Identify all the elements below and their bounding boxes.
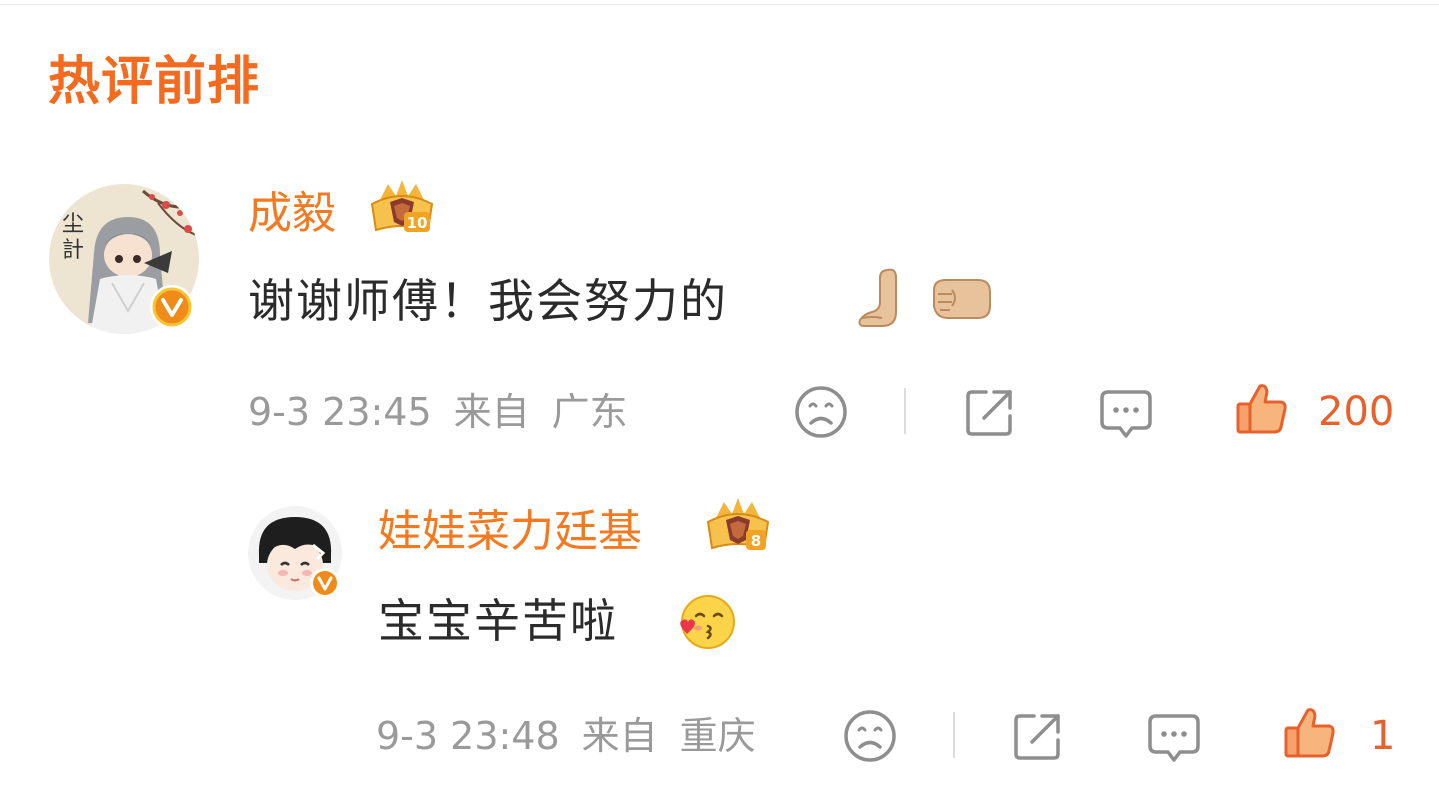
crown-badge-icon[interactable]: 8 (702, 496, 774, 556)
sad-face-icon[interactable] (842, 708, 898, 764)
from-label: 来自 (581, 714, 658, 758)
section-title: 热评前排 (48, 52, 261, 112)
comment-meta: 9-3 23:48 来自 重庆 (376, 717, 756, 755)
comment-time: 9-3 23:45 (248, 390, 432, 434)
comment-location: 广东 (551, 390, 628, 434)
avatar[interactable] (247, 505, 343, 601)
kissing-face-emoji (676, 592, 736, 652)
crown-level-text: 10 (407, 214, 428, 232)
comment-text: 谢谢师傅！我会努力的 (248, 274, 728, 328)
thumbs-up-icon[interactable] (1234, 380, 1290, 436)
left-facing-fist-emoji (928, 276, 992, 324)
comment-meta: 9-3 23:45 来自 广东 (248, 393, 628, 431)
svg-text:計: 計 (62, 238, 84, 263)
like-count: 200 (1318, 389, 1395, 435)
top-divider (0, 4, 1439, 5)
crown-level-text: 8 (751, 532, 761, 550)
raised-hand-emoji (858, 266, 908, 330)
action-divider (904, 388, 906, 434)
like-count: 1 (1370, 713, 1396, 759)
comment-time: 9-3 23:48 (376, 714, 560, 758)
share-icon[interactable] (962, 384, 1018, 440)
comment-text: 宝宝辛苦啦 (378, 594, 618, 648)
comment-location: 重庆 (679, 714, 756, 758)
crown-badge-icon[interactable]: 10 (366, 178, 438, 238)
username[interactable]: 娃娃菜力廷基 (378, 510, 642, 554)
avatar[interactable]: 尘 計 (48, 183, 200, 335)
svg-text:尘: 尘 (62, 212, 84, 237)
sad-face-icon[interactable] (793, 384, 849, 440)
action-divider (953, 712, 955, 758)
thumbs-up-icon[interactable] (1282, 704, 1338, 760)
from-label: 来自 (453, 390, 530, 434)
comment-bubble-icon[interactable] (1098, 386, 1154, 442)
username[interactable]: 成毅 (248, 192, 336, 236)
comment-bubble-icon[interactable] (1146, 710, 1202, 766)
share-icon[interactable] (1010, 708, 1066, 764)
